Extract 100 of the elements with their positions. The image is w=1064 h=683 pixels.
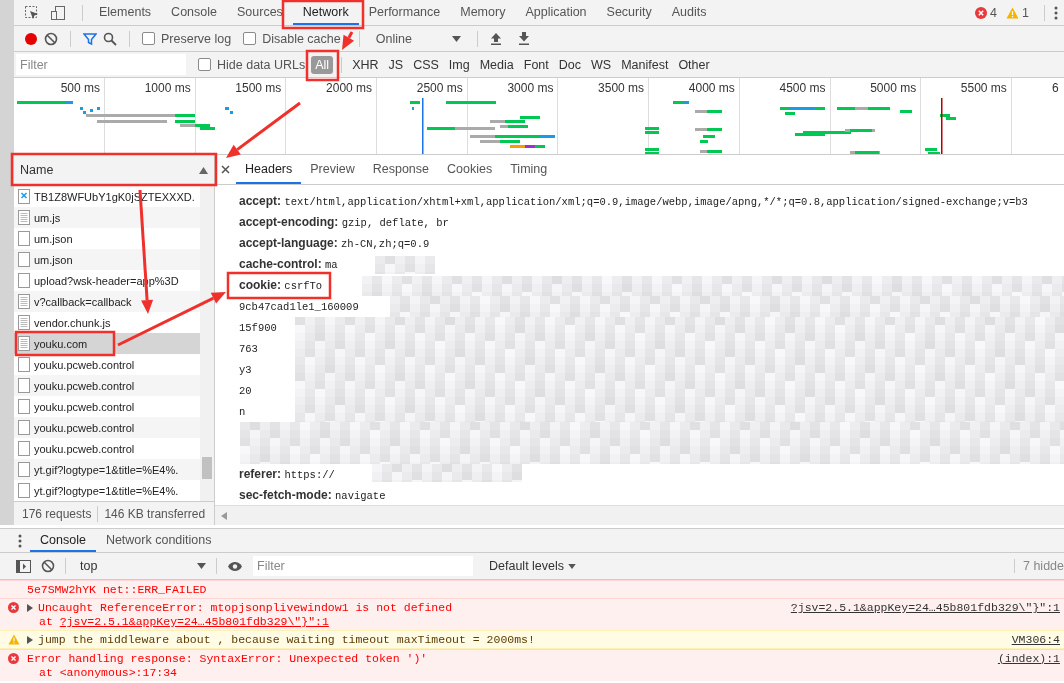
detail-tab[interactable]: Preview xyxy=(301,155,364,184)
file-icon xyxy=(18,252,30,267)
hidden-count: 7 hidde xyxy=(1014,559,1064,573)
device-toolbar-icon[interactable] xyxy=(50,4,66,21)
header-value: zh-CN,zh;q=0.9 xyxy=(341,238,430,250)
source-link[interactable]: ?jsv=2.5.1&appKey=24…45b801fdb329\"}":1 xyxy=(790,601,1060,614)
more-options-icon[interactable] xyxy=(1054,5,1058,20)
record-button[interactable] xyxy=(24,31,38,46)
panel-tab[interactable]: Security xyxy=(596,0,662,25)
type-filter-button[interactable]: JS xyxy=(384,55,408,74)
type-filter-button[interactable]: Doc xyxy=(554,55,585,74)
type-filter-button[interactable]: Media xyxy=(475,55,518,74)
time-tick-label: 4500 ms xyxy=(779,81,826,95)
checkbox[interactable] xyxy=(198,58,211,71)
time-tick-label: 6 xyxy=(1051,81,1059,95)
header-value: text/html,application/xhtml+xml,application/xml;q=0.9,image/webp,image/apng,*/*;q=0.8,application/signed-exchange;v=b3 xyxy=(284,196,1028,208)
annotation-arrow xyxy=(342,31,355,50)
request-row[interactable]: um.json xyxy=(14,249,200,270)
header-name: accept-language: xyxy=(239,236,338,250)
checkbox[interactable] xyxy=(142,32,155,45)
header-value: y3 xyxy=(239,364,252,376)
header-name: sec-fetch-mode: xyxy=(239,488,332,502)
type-filter-button[interactable]: Font xyxy=(519,55,553,74)
filter-input[interactable]: Filter xyxy=(16,54,186,75)
export-icon[interactable] xyxy=(517,32,530,45)
sidebar-toggle-icon[interactable] xyxy=(16,559,31,573)
transfer-size: 146 KB transferred xyxy=(104,506,206,521)
header-value: csrfTo xyxy=(284,280,323,292)
header-value: gzip, deflate, br xyxy=(341,217,449,229)
panel-tab[interactable]: Audits xyxy=(661,0,717,25)
stack-trace-line: at <anonymous>:17:34 xyxy=(39,666,178,679)
header-value: 9cb47cad1le1_160009 xyxy=(239,301,359,313)
detail-tab[interactable]: Response xyxy=(363,155,438,184)
request-row[interactable]: youku.pcweb.control xyxy=(14,375,200,396)
panel-tab[interactable]: Sources xyxy=(227,0,293,25)
error-icon xyxy=(975,6,988,19)
source-link[interactable]: (index):1 xyxy=(997,652,1060,665)
document-icon xyxy=(18,210,30,225)
request-row[interactable]: youku.com xyxy=(14,333,200,354)
time-tick-label: 5500 ms xyxy=(960,81,1007,95)
clear-icon[interactable] xyxy=(44,31,58,46)
type-filter-button[interactable]: Manifest xyxy=(617,55,673,74)
panel-tab[interactable]: Performance xyxy=(358,0,451,25)
time-tick-label: 2500 ms xyxy=(416,81,463,95)
detail-tab[interactable]: Cookies xyxy=(438,155,502,184)
type-filter-button[interactable]: XHR xyxy=(348,55,383,74)
import-icon[interactable] xyxy=(489,32,502,45)
drawer-tab[interactable]: Network conditions xyxy=(95,529,222,552)
filter-icon[interactable] xyxy=(83,31,97,46)
close-icon[interactable] xyxy=(221,165,230,174)
time-tick-label: 500 ms xyxy=(60,81,100,95)
throttling-select[interactable]: Online xyxy=(371,31,465,46)
type-filter-button[interactable]: WS xyxy=(587,55,616,74)
detail-tab[interactable]: Headers xyxy=(236,155,302,184)
request-row[interactable]: um.js xyxy=(14,207,200,228)
header-value: navigate xyxy=(335,490,386,502)
source-link[interactable]: VM306:4 xyxy=(1011,633,1060,646)
warning-icon xyxy=(1006,6,1020,19)
eye-icon[interactable] xyxy=(227,560,243,572)
console-message: Error handling response: SyntaxError: Unexpected token ')' xyxy=(27,652,428,665)
request-row[interactable]: yt.gif?logtype=1&title=%E4%. xyxy=(14,459,200,480)
file-icon xyxy=(18,378,30,393)
context-select[interactable]: top xyxy=(76,559,206,573)
header-value: ma xyxy=(325,259,338,271)
caret-icon xyxy=(451,35,461,42)
file-icon xyxy=(18,483,30,498)
image-file-icon xyxy=(18,189,30,204)
panel-tab[interactable]: Console xyxy=(161,0,227,25)
type-filter-button[interactable]: CSS xyxy=(409,55,443,74)
console-message: Uncaught ReferenceError: mtopjsonplivewindow1 is not defined xyxy=(38,601,453,614)
file-icon xyxy=(18,462,30,477)
column-header[interactable]: Name xyxy=(14,155,214,186)
request-row[interactable]: youku.pcweb.control xyxy=(14,417,200,438)
checkbox-label: Disable cache xyxy=(262,31,341,46)
header-value: 20 xyxy=(239,385,252,397)
expand-icon[interactable] xyxy=(27,635,33,644)
log-levels-select[interactable]: Default levels xyxy=(489,559,577,573)
clear-icon[interactable] xyxy=(41,559,55,573)
detail-tab[interactable]: Timing xyxy=(501,155,557,184)
file-icon xyxy=(18,441,30,456)
time-tick-label: 4000 ms xyxy=(688,81,735,95)
console-filter-input[interactable]: Filter xyxy=(253,556,473,576)
header-name: cache-control: xyxy=(239,257,322,271)
time-tick-label: 5000 ms xyxy=(870,81,917,95)
inspect-icon[interactable] xyxy=(24,4,40,21)
type-filter-button[interactable]: Other xyxy=(674,55,714,74)
search-icon[interactable] xyxy=(103,31,117,46)
header-name: cookie: xyxy=(239,278,281,292)
expand-icon[interactable] xyxy=(27,603,33,612)
panel-tab[interactable]: Memory xyxy=(450,0,516,25)
document-icon xyxy=(18,336,30,351)
more-options-icon[interactable] xyxy=(18,533,22,548)
checkbox[interactable] xyxy=(243,32,257,45)
panel-tab[interactable]: Application xyxy=(515,0,597,25)
time-tick-label: 2000 ms xyxy=(326,81,373,95)
type-filter-button[interactable]: Img xyxy=(444,55,474,74)
console-message: jump the middleware about , because waiting timeout maxTimeout = 2000ms! xyxy=(38,633,535,646)
panel-tab[interactable]: Elements xyxy=(89,0,162,25)
scrollbar[interactable] xyxy=(200,186,214,501)
request-row[interactable]: v?callback=callback xyxy=(14,291,200,312)
